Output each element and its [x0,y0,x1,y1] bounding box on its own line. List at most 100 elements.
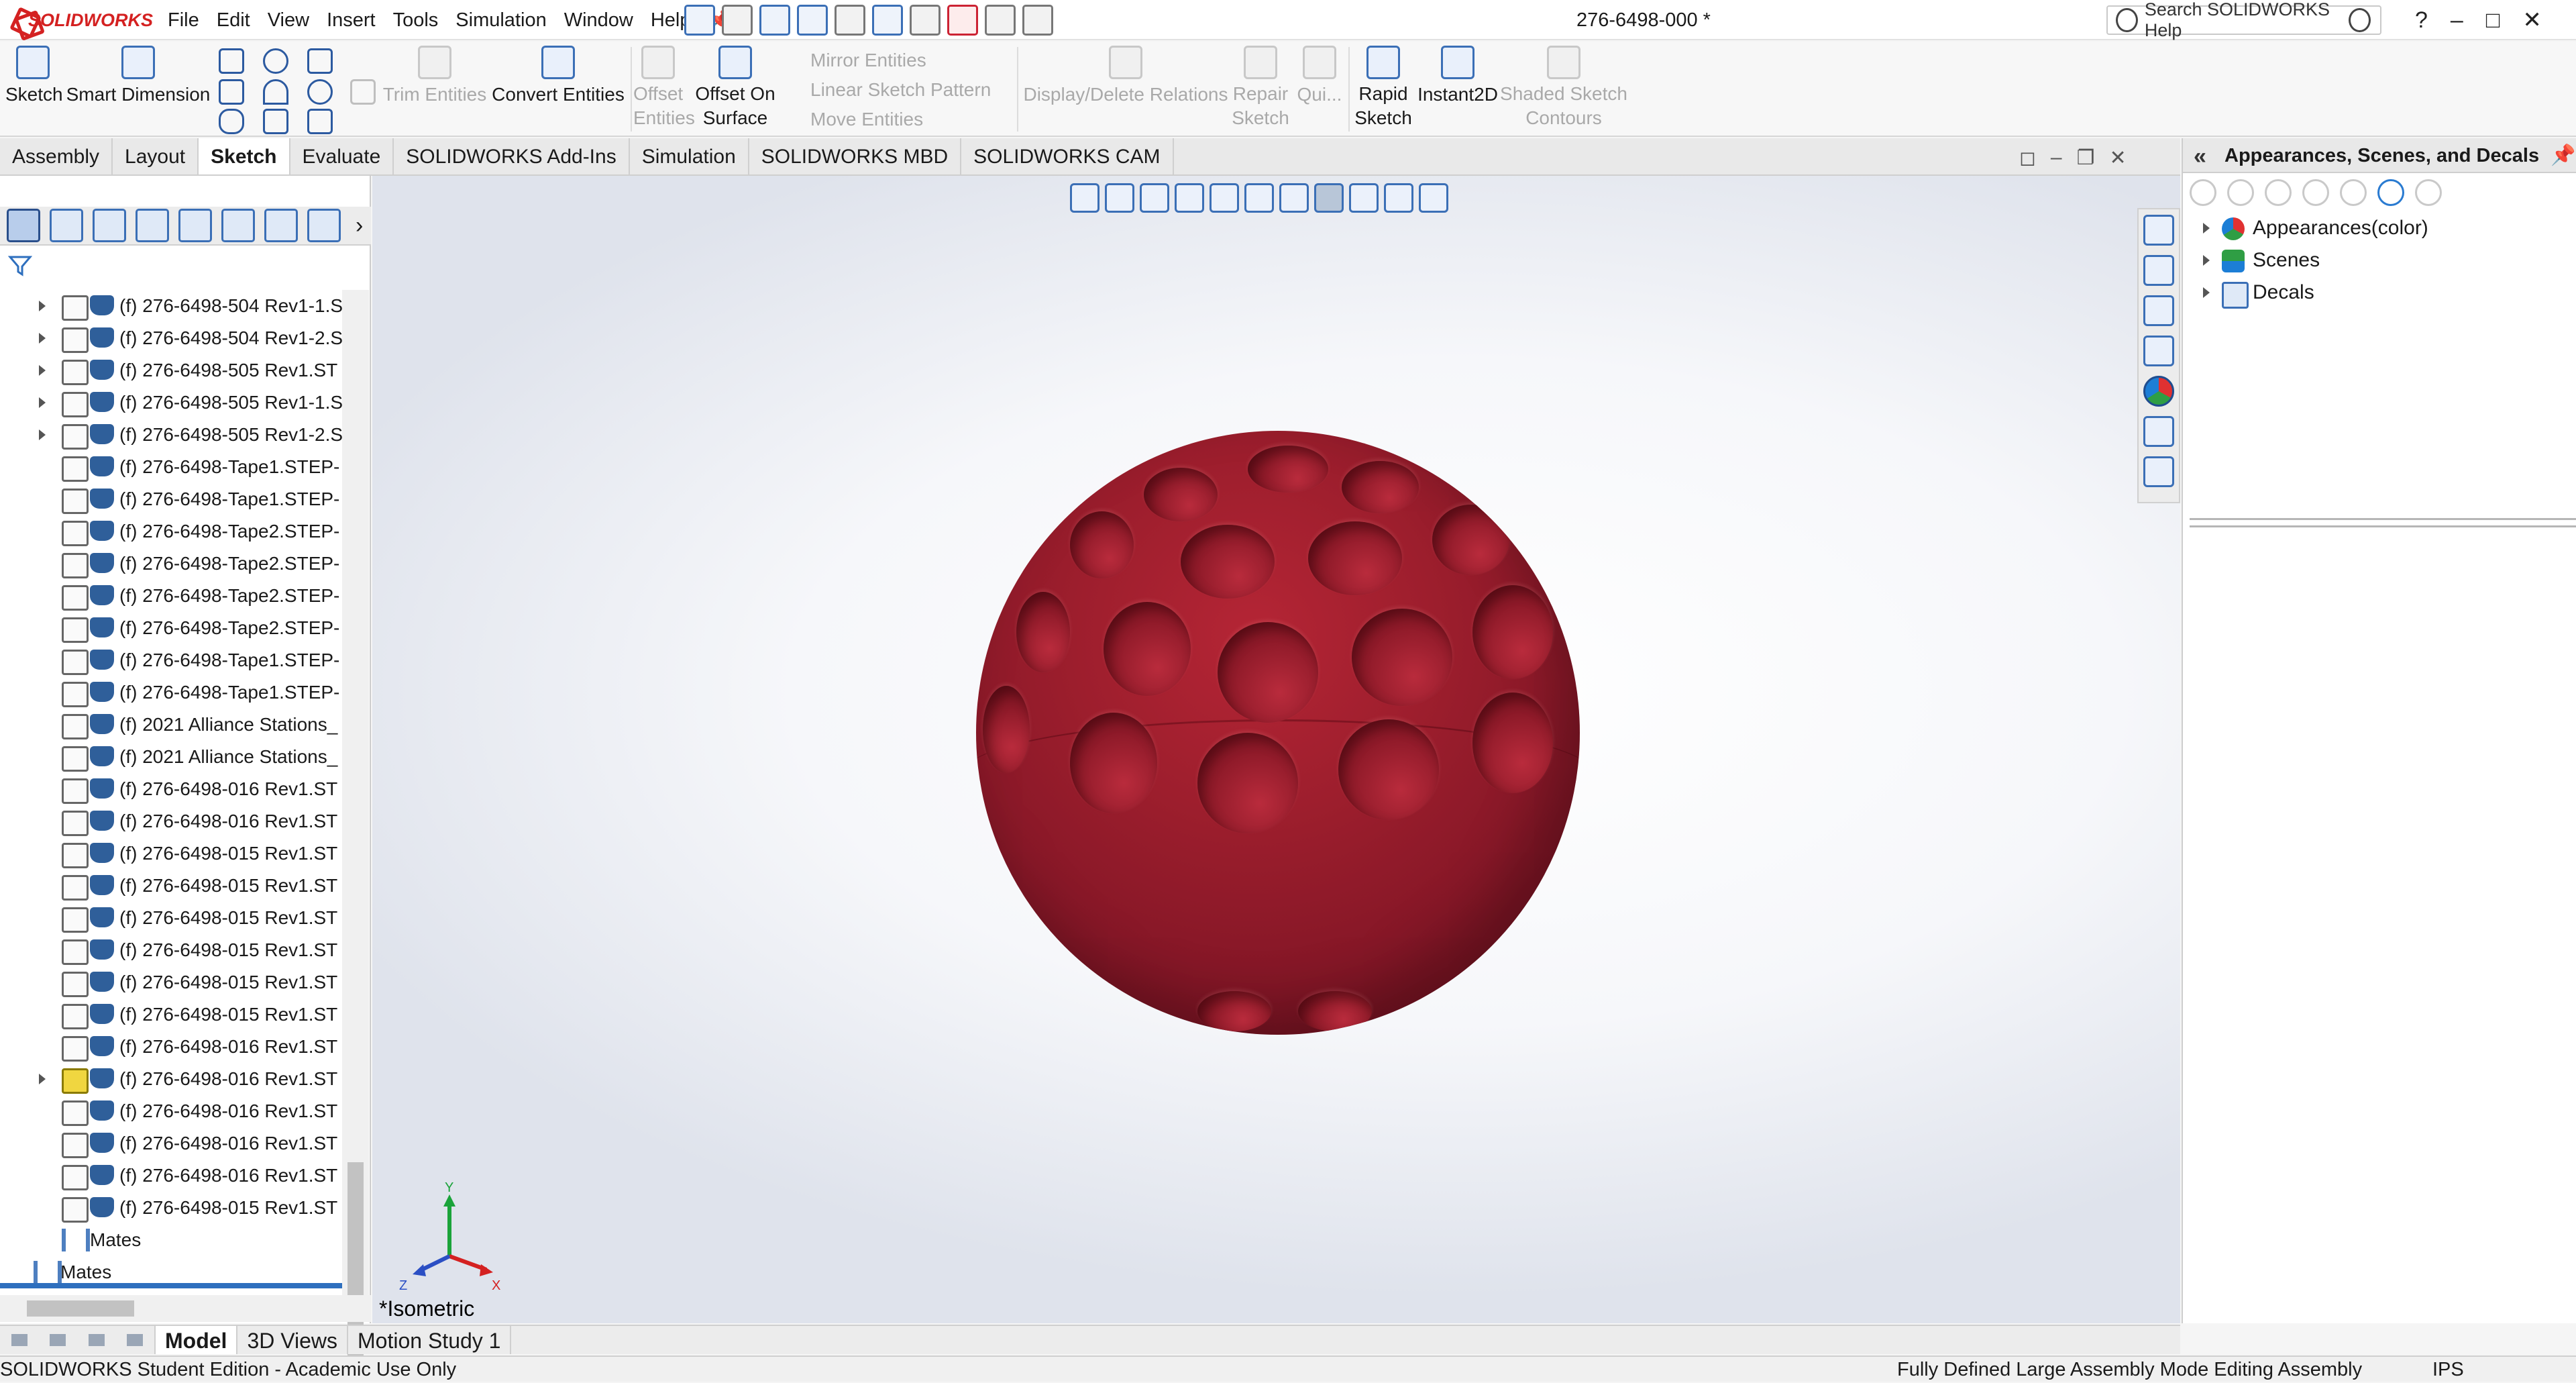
apply-scene-icon[interactable] [1384,183,1413,213]
more-tabs-chevron-icon[interactable]: › [356,213,363,239]
doc-minimize-icon[interactable]: – [2051,146,2062,173]
options-gear-icon[interactable] [1022,5,1053,36]
tab-motion-study-1[interactable]: Motion Study 1 [348,1326,512,1354]
tree-item[interactable]: (f) 276-6498-505 Rev1-1.S [0,387,342,419]
menu-edit[interactable]: Edit [217,9,250,32]
sketch-text-tool-icon[interactable] [307,109,333,134]
previous-view-icon[interactable] [1140,183,1169,213]
tab-solidworks-mbd[interactable]: SOLIDWORKS MBD [749,138,962,174]
forward-icon[interactable] [2227,179,2254,206]
tree-item[interactable]: (f) 276-6498-016 Rev1.ST [0,1095,342,1127]
new-folder-icon[interactable] [2340,179,2367,206]
tree-item[interactable]: (f) 276-6498-015 Rev1.ST [0,902,342,934]
fillet-tool-icon[interactable] [263,109,288,134]
tab-simulation[interactable]: Simulation [630,138,749,174]
dynamic-annotation-icon[interactable] [1210,183,1239,213]
expand-arrow-icon[interactable] [39,301,46,311]
tree-item[interactable]: (f) 276-6498-015 Rev1.ST [0,934,342,966]
expand-arrow-icon[interactable] [2203,223,2210,234]
help-search-input[interactable]: Search SOLIDWORKS Help [2145,0,2349,41]
tree-item[interactable]: (f) 276-6498-016 Rev1.ST [0,1160,342,1192]
pin-pane-icon[interactable]: 📌 [2551,144,2575,167]
tree-item[interactable]: (f) 276-6498-Tape1.STEP- [0,451,342,483]
save-icon[interactable] [797,5,828,36]
hide-show-items-icon[interactable] [1314,183,1344,213]
tree-item[interactable]: (f) 276-6498-015 Rev1.ST [0,1192,342,1224]
model-sphere[interactable] [976,431,1580,1035]
cam-tools-icon[interactable] [307,209,341,242]
menu-file[interactable]: File [168,9,199,32]
tree-item[interactable]: (f) 276-6498-015 Rev1.ST [0,837,342,870]
offset-on-surface-command[interactable]: Offset On Surface [688,46,782,130]
design-library-icon[interactable] [2143,255,2174,286]
tree-horizontal-scrollbar[interactable] [0,1295,371,1322]
view-palette-icon[interactable] [2143,336,2174,366]
up-one-level-icon[interactable] [2415,179,2442,206]
tree-item[interactable]: (f) 276-6498-Tape2.STEP- [0,515,342,548]
file-properties-icon[interactable] [985,5,1016,36]
tree-item[interactable]: (f) 276-6498-Tape2.STEP- [0,580,342,612]
open-document-icon[interactable] [759,5,790,36]
expand-arrow-icon[interactable] [2203,255,2210,266]
expand-arrow-icon[interactable] [39,365,46,376]
line-tool-icon[interactable] [219,48,244,74]
text-tool-icon[interactable] [350,79,376,105]
refresh-icon[interactable] [2377,179,2404,206]
tree-item[interactable]: (f) 276-6498-015 Rev1.ST [0,870,342,902]
solidworks-resources-icon[interactable] [2143,215,2174,246]
minimize-button[interactable]: – [2451,7,2463,34]
arc-tool-icon[interactable] [263,79,288,105]
offset-entities-command[interactable]: Offset Entities [633,46,695,130]
convert-entities-command[interactable]: Convert Entities [491,46,625,107]
tab-model[interactable]: Model [156,1326,238,1354]
sketch-command[interactable]: Sketch [5,46,63,107]
doc-restore-icon[interactable]: ◻ [2019,146,2036,173]
tab-3d-views[interactable]: 3D Views [237,1326,349,1354]
move-entities-button[interactable]: Move Entities [784,105,1012,134]
tab-sketch[interactable]: Sketch [199,138,290,174]
tab-evaluate[interactable]: Evaluate [290,138,394,174]
appearances-scenes-decals-tab-icon[interactable] [2143,376,2174,407]
menu-simulation[interactable]: Simulation [455,9,546,32]
expand-arrow-icon[interactable] [39,429,46,440]
unit-system-button[interactable]: IPS [2432,1357,2464,1383]
tree-item[interactable]: (f) 276-6498-016 Rev1.ST [0,805,342,837]
menu-tools[interactable]: Tools [393,9,439,32]
tree-item[interactable]: (f) 276-6498-Tape1.STEP- [0,644,342,676]
forum-icon[interactable] [2143,456,2174,487]
tree-item[interactable]: (f) 276-6498-504 Rev1-2.S [0,322,342,354]
zoom-to-area-icon[interactable] [1105,183,1134,213]
tree-item[interactable]: (f) 2021 Alliance Stations_ [0,741,342,773]
custom-properties-icon[interactable] [2143,416,2174,447]
display-style-icon[interactable] [1279,183,1309,213]
trim-entities-command[interactable]: Trim Entities [381,46,488,107]
view-settings-icon[interactable] [1419,183,1448,213]
task-pane-splitter[interactable] [2190,518,2576,527]
menu-window[interactable]: Window [564,9,633,32]
tree-item[interactable]: (f) 276-6498-504 Rev1-1.S [0,290,342,322]
help-search-box[interactable]: Search SOLIDWORKS Help [2106,0,2381,40]
expand-arrow-icon[interactable] [39,397,46,408]
slot-tool-icon[interactable] [219,109,244,134]
next-tab-icon[interactable] [88,1334,105,1346]
tree-item[interactable]: (f) 276-6498-Tape1.STEP- [0,483,342,515]
expand-arrow-icon[interactable] [39,333,46,344]
rebuild-icon[interactable] [947,5,978,36]
polygon-tool-icon[interactable] [307,79,333,105]
instant2d-command[interactable]: Instant2D [1415,46,1500,107]
mirror-entities-button[interactable]: Mirror Entities [784,46,1012,75]
undo-icon[interactable] [872,5,903,36]
smart-dimension-command[interactable]: Smart Dimension [63,46,213,107]
tree-item[interactable]: (f) 276-6498-Tape2.STEP- [0,612,342,644]
select-icon[interactable] [910,5,941,36]
display-manager-icon[interactable] [178,209,212,242]
dimxpert-manager-icon[interactable] [136,209,169,242]
help-button[interactable]: ? [2415,7,2428,34]
display-delete-relations-command[interactable]: Display/Delete Relations [1021,46,1230,107]
edit-appearance-icon[interactable] [1349,183,1379,213]
menu-view[interactable]: View [268,9,309,32]
graphics-area[interactable]: ◻ – ❐ ✕ Y X Z *Isometric [372,146,2180,1323]
tab-solidworks-cam[interactable]: SOLIDWORKS CAM [961,138,1174,174]
cam-operation-tree-icon[interactable] [264,209,298,242]
expand-arrow-icon[interactable] [2203,287,2210,298]
